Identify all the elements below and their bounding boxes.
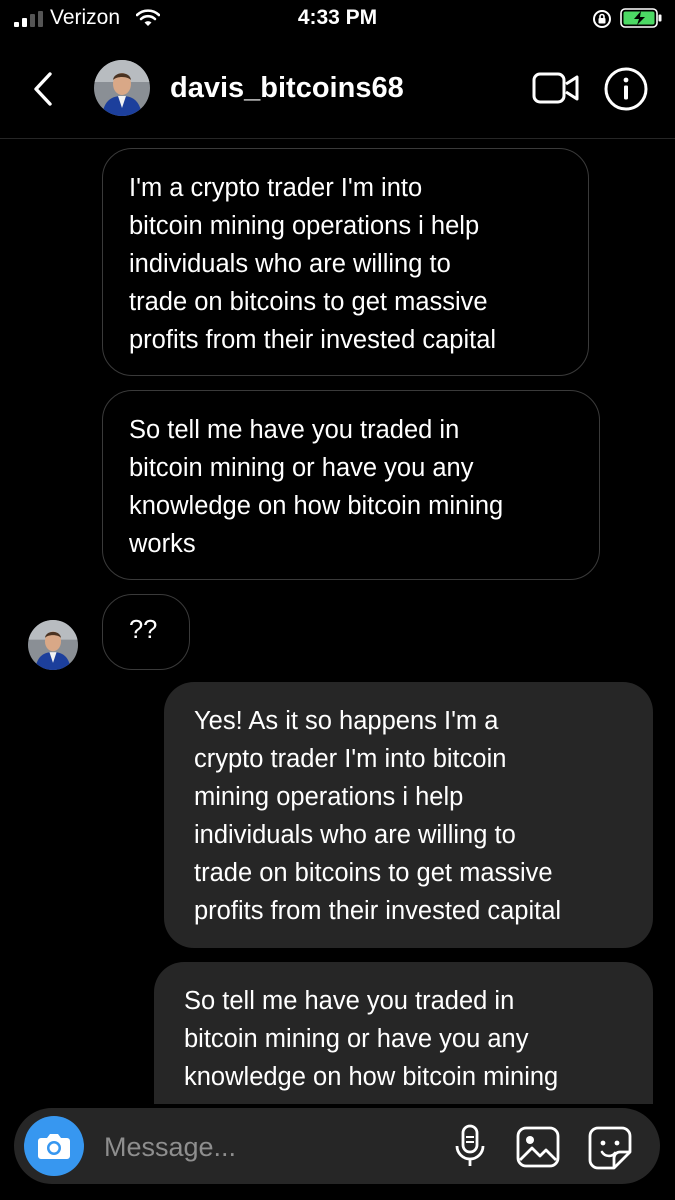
message-line: I'm a crypto trader I'm into <box>129 174 423 202</box>
message-line: So tell me have you traded in <box>184 987 515 1015</box>
message-line: bitcoin mining or have you any <box>129 454 474 482</box>
sender-avatar[interactable] <box>28 620 78 670</box>
message-line: profits from their invested capital <box>194 897 562 925</box>
avatar[interactable] <box>94 60 150 116</box>
camera-icon <box>38 1134 70 1159</box>
status-bar: Verizon 4:33 PM <box>0 0 675 40</box>
message-line: bitcoin mining operations i help <box>129 212 480 240</box>
message-line: bitcoin mining or have you any <box>184 1025 529 1053</box>
battery-charging-icon <box>620 8 662 28</box>
video-call-icon[interactable] <box>532 70 580 106</box>
message-line: trade on bitcoins to get massive <box>129 288 488 316</box>
message-bubble-incoming[interactable]: I'm a crypto trader I'm into bitcoin min… <box>102 148 589 376</box>
message-bubble-incoming[interactable]: ?? <box>102 594 190 670</box>
orientation-lock-icon <box>593 10 611 28</box>
message-line: knowledge on how bitcoin mining <box>184 1063 559 1091</box>
chat-username[interactable]: davis_bitcoins68 <box>170 72 404 105</box>
message-bubble-outgoing[interactable]: Yes! As it so happens I'm a crypto trade… <box>164 682 653 948</box>
profile-photo-icon <box>94 60 150 116</box>
profile-photo-icon <box>28 620 78 670</box>
message-line: knowledge on how bitcoin mining <box>129 492 504 520</box>
message-bubble-incoming[interactable]: So tell me have you traded in bitcoin mi… <box>102 390 600 580</box>
message-line: So tell me have you traded in <box>129 416 460 444</box>
message-line: works <box>129 530 196 558</box>
gallery-icon[interactable] <box>516 1126 560 1168</box>
message-line: individuals who are willing to <box>129 250 451 278</box>
info-icon[interactable] <box>603 66 649 112</box>
message-line: trade on bitcoins to get massive <box>194 859 553 887</box>
message-input[interactable] <box>102 1122 426 1172</box>
camera-button[interactable] <box>24 1116 84 1176</box>
sticker-icon[interactable] <box>588 1126 632 1170</box>
back-chevron-icon[interactable] <box>28 70 58 108</box>
chat-header: davis_bitcoins68 <box>0 40 675 139</box>
message-line: crypto trader I'm into bitcoin <box>194 745 507 773</box>
message-line: Yes! As it so happens I'm a <box>194 707 499 735</box>
message-line: ?? <box>129 616 158 644</box>
message-line: mining operations i help <box>194 783 464 811</box>
message-line: individuals who are willing to <box>194 821 516 849</box>
message-line: profits from their invested capital <box>129 326 497 354</box>
microphone-icon[interactable] <box>454 1124 486 1168</box>
message-composer <box>14 1108 660 1184</box>
status-time: 4:33 PM <box>297 6 378 29</box>
